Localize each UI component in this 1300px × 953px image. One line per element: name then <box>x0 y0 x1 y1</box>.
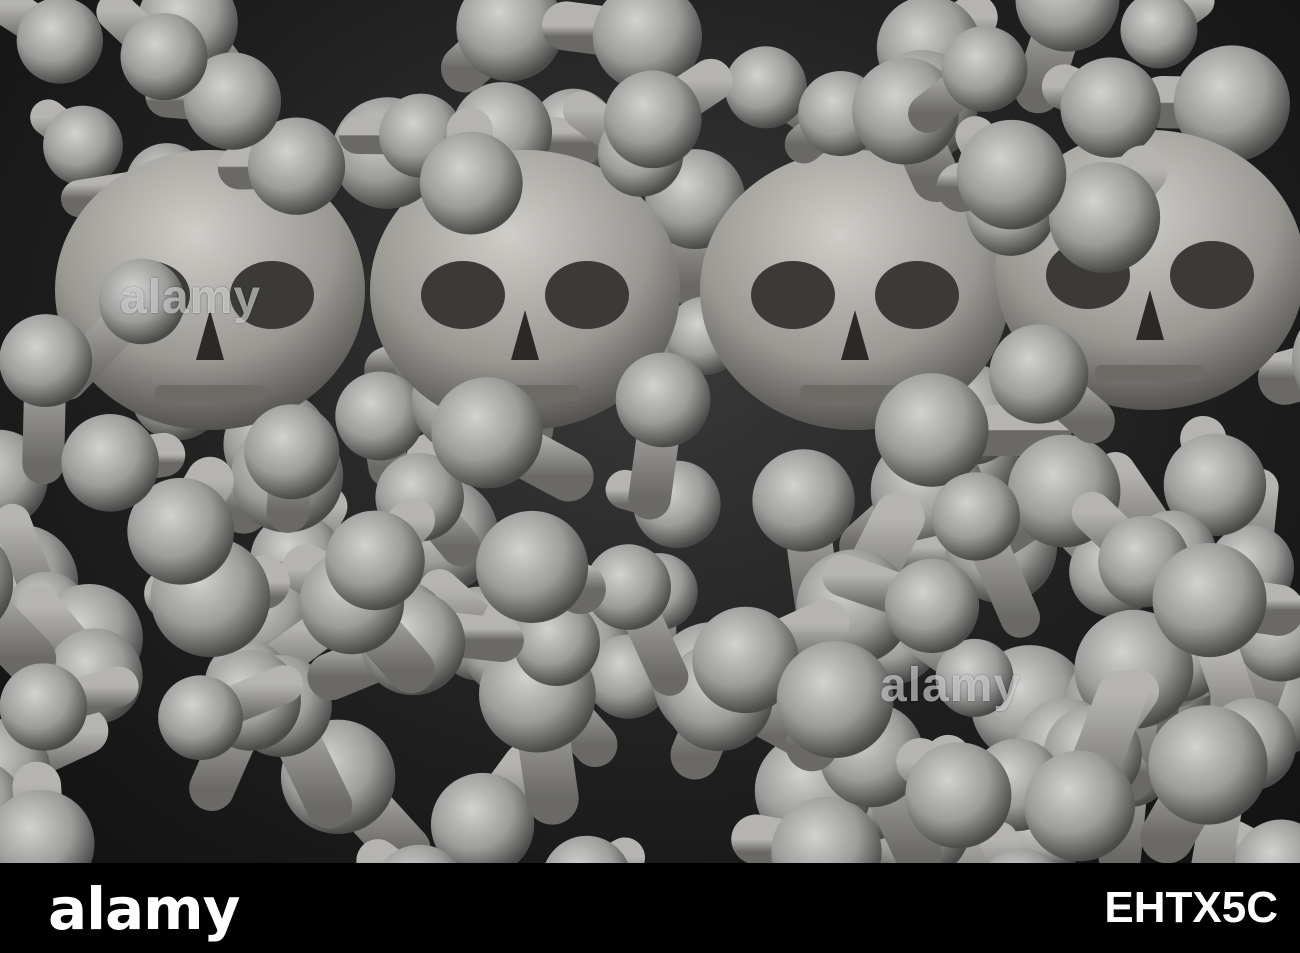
bone-head <box>724 46 807 129</box>
skull-eye-socket <box>545 261 629 329</box>
bone-head <box>1060 57 1161 158</box>
bone-head <box>0 663 88 751</box>
bone-head <box>874 373 989 487</box>
watermark-text-left: alamy <box>120 271 262 324</box>
logo-text: alamy <box>48 875 240 943</box>
alamy-logo[interactable]: alamy <box>48 875 240 943</box>
bone-head <box>325 510 425 611</box>
bone-head <box>431 377 543 489</box>
stock-photo: alamy alamy <box>0 0 1300 863</box>
bone-head <box>16 0 103 84</box>
bone-pile-drawing <box>0 0 1300 863</box>
skull-eye-socket <box>421 261 505 329</box>
bone-head <box>941 26 1028 112</box>
bone-head <box>244 404 340 500</box>
bone-head <box>1024 750 1136 862</box>
skull-eye-socket <box>751 261 835 329</box>
bone-head <box>615 352 711 448</box>
watermark-text-right: alamy <box>880 659 1022 712</box>
image-id-label: EHTX5C <box>1104 883 1278 932</box>
skull-teeth <box>155 385 265 401</box>
bone-head <box>419 131 523 235</box>
skull-eye-socket <box>875 261 959 329</box>
skull-teeth <box>1095 365 1205 381</box>
bone-head <box>603 70 702 169</box>
bone-head <box>1152 543 1267 658</box>
bone-head <box>884 558 980 654</box>
bone-head <box>931 472 1020 561</box>
bone-head <box>1148 705 1268 825</box>
stock-footer-bar: alamy EHTX5C <box>0 863 1300 953</box>
bone-head <box>43 105 123 186</box>
bone-head <box>0 314 93 408</box>
bone-head <box>158 675 243 761</box>
bone-head <box>335 371 425 461</box>
bone-head <box>1120 0 1198 69</box>
bone-head <box>120 13 208 101</box>
bone-head <box>956 119 1067 230</box>
bone-head <box>752 449 855 552</box>
bone-head <box>989 324 1089 424</box>
skull-eye-socket <box>1170 241 1254 309</box>
bone-head <box>61 414 159 512</box>
bone-head <box>475 510 589 623</box>
bone-head <box>0 789 95 863</box>
bone-head <box>776 641 894 758</box>
bone-head <box>905 742 1012 849</box>
